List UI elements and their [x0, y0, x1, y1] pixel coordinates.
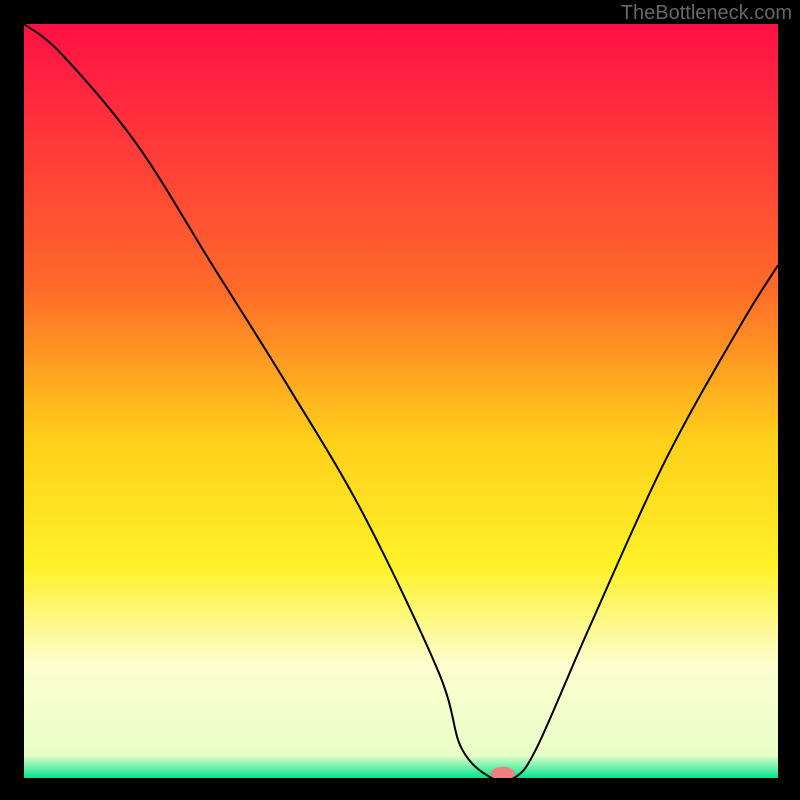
watermark-text: TheBottleneck.com	[621, 2, 792, 25]
gradient-background	[24, 24, 778, 778]
chart-plot-area	[24, 24, 778, 778]
bottleneck-chart-svg	[24, 24, 778, 778]
chart-frame: TheBottleneck.com	[0, 0, 800, 800]
